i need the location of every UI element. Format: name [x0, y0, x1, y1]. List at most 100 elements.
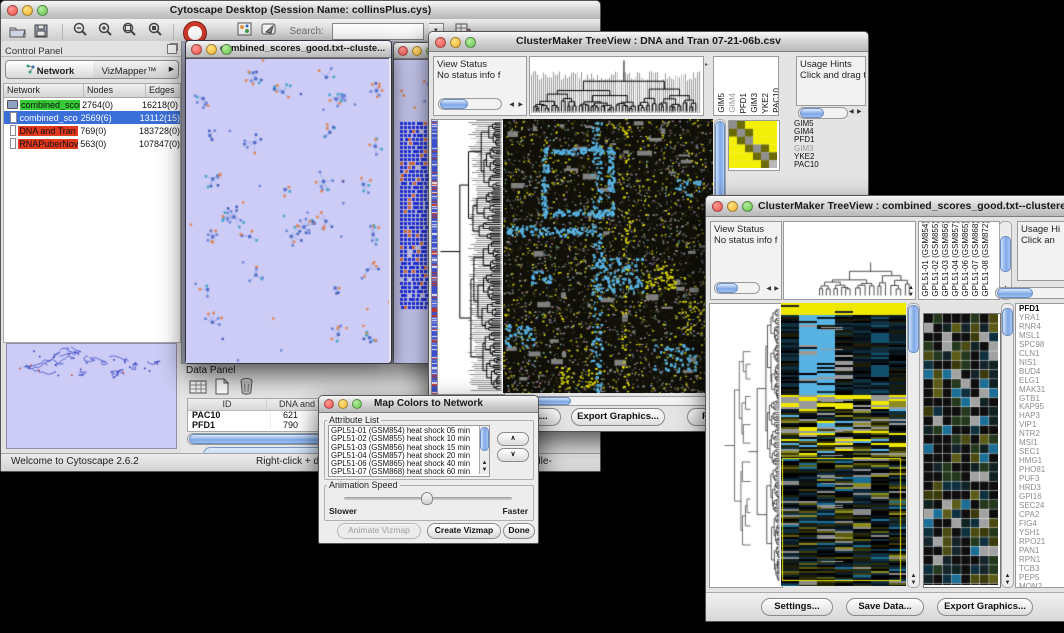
minimize-icon[interactable] [338, 399, 348, 409]
scroll-left-icon[interactable]: ◀ [509, 100, 514, 110]
attribute-listbox[interactable]: GPL51-01 (GSM854) heat shock 05 minGPL51… [328, 425, 490, 477]
zoom-window-icon[interactable] [221, 44, 232, 55]
speed-slider-thumb[interactable] [421, 492, 433, 505]
usage-hints-line1: Usage Hints [797, 57, 865, 70]
open-session-icon[interactable] [9, 24, 26, 43]
window-controls[interactable] [7, 5, 48, 16]
zoom-selected-icon[interactable] [121, 22, 138, 42]
tv1-column-label: PFD1 [739, 93, 749, 113]
network-table-row[interactable]: RNAPuberNov2+563(0)107847(0) [4, 137, 180, 150]
desktop: Cytoscape Desktop (Session Name: collins… [0, 0, 1064, 633]
tv2-gene-list[interactable]: PFD1YRA1RNR4MSL1SPC98CLN1NIS1BUD4ELG1MAK… [1016, 304, 1064, 588]
pane-arrow-icon[interactable]: ▸ [705, 60, 708, 70]
tab-vizmapper[interactable]: VizMapper™ [93, 60, 166, 79]
minimize-icon[interactable] [412, 46, 422, 56]
close-icon[interactable] [191, 44, 202, 55]
treeview2-titlebar[interactable]: ClusterMaker TreeView : combined_scores_… [706, 196, 1064, 217]
scroll-arrows[interactable]: ▲▼ [1002, 573, 1013, 587]
scroll-right-icon[interactable]: ▶ [518, 100, 523, 110]
close-icon[interactable] [324, 399, 334, 409]
scroll-arrows[interactable]: ▲▼ [908, 573, 919, 587]
tv1-usage-scrollbar[interactable] [798, 107, 848, 119]
col-header-network[interactable]: Network [4, 84, 84, 97]
col-header-nodes[interactable]: Nodes [84, 84, 146, 97]
tv2-zoom-heatmap[interactable] [924, 314, 998, 585]
tv1-correlation-heatmap[interactable] [729, 121, 777, 168]
network-name: combined_sco [19, 113, 79, 123]
treeview2-title: ClusterMaker TreeView : combined_scores_… [758, 200, 1064, 212]
tv2-usage-scrollbar[interactable] [995, 287, 1064, 299]
create-vizmap-button[interactable]: Create Vizmap [427, 523, 501, 539]
minimize-icon[interactable] [450, 37, 461, 48]
done-button[interactable]: Done [503, 523, 535, 539]
zoom-out-icon[interactable] [72, 22, 88, 42]
zoom-window-icon[interactable] [742, 201, 753, 212]
overview-canvas[interactable] [7, 344, 174, 446]
zoom-window-icon[interactable] [37, 5, 48, 16]
scroll-left-icon[interactable]: ◀ [849, 107, 854, 117]
minimize-icon[interactable] [22, 5, 33, 16]
zoom-window-icon[interactable] [465, 37, 476, 48]
animate-vizmap-button[interactable]: Animate Vizmap [337, 523, 421, 539]
attribute-item[interactable]: GPL51-07 (GSM868) heat shock 60 min [331, 468, 487, 476]
annotation-select-icon[interactable] [261, 22, 277, 41]
scroll-right-icon[interactable]: ▶ [774, 284, 779, 294]
close-icon[interactable] [398, 46, 408, 56]
gene-label[interactable]: MON2 [1019, 583, 1064, 588]
col-header-edges[interactable]: Edges [146, 84, 180, 97]
settings-button[interactable]: Settings... [761, 598, 833, 616]
float-panel-icon[interactable] [167, 44, 177, 54]
minimize-icon[interactable] [206, 44, 217, 55]
tv1-column-dendrogram[interactable] [530, 57, 701, 113]
zoom-window-icon[interactable] [352, 399, 362, 409]
save-session-icon[interactable] [34, 24, 48, 43]
close-icon[interactable] [435, 37, 446, 48]
tv2-column-dendrogram[interactable] [784, 222, 913, 297]
export-graphics-button[interactable]: Export Graphics... [937, 598, 1033, 616]
dialog-titlebar[interactable]: Map Colors to Network [319, 396, 538, 413]
tv2-heatmap-vscrollbar[interactable]: ▲▼ [907, 303, 920, 588]
network-table-row[interactable]: DNA and Tran 07769(0)183728(0) [4, 124, 180, 137]
delete-attribute-icon[interactable] [239, 377, 254, 400]
tab-more-button[interactable]: ▶ [165, 60, 179, 79]
tv2-heatmap[interactable] [781, 303, 906, 586]
network-overview[interactable] [6, 343, 177, 449]
tv1-heatmap[interactable] [503, 119, 713, 393]
scroll-right-icon[interactable]: ▶ [857, 107, 862, 117]
save-data-button[interactable]: Save Data... [846, 598, 924, 616]
network-table-row[interactable]: combined_sco2569(6)13112(15) [4, 111, 180, 124]
dp-col-id[interactable]: ID [188, 399, 267, 410]
network-canvas-1[interactable] [186, 58, 389, 363]
attribute-table-icon[interactable] [189, 379, 207, 400]
network-table-row[interactable]: combined_scores2764(0)16218(0) [4, 98, 180, 111]
new-attribute-icon[interactable] [215, 378, 229, 400]
data-panel-title: Data Panel [186, 365, 235, 376]
network-window-title: combined_scores_good.txt--cluste... [220, 43, 385, 54]
tv1-gene-dendrogram[interactable] [438, 120, 502, 392]
main-titlebar[interactable]: Cytoscape Desktop (Session Name: collins… [1, 1, 600, 20]
zoom-fit-icon[interactable] [147, 22, 164, 42]
close-icon[interactable] [712, 201, 723, 212]
node-count: 2764(0) [80, 100, 140, 110]
scroll-arrows[interactable]: ▲▼ [908, 285, 914, 299]
tv1-status-scrollbar[interactable] [438, 98, 502, 110]
view-status-line2: No status info f [711, 235, 781, 248]
move-down-button[interactable]: ∨ [497, 448, 529, 462]
zoom-in-icon[interactable] [97, 22, 113, 42]
scroll-left-icon[interactable]: ◀ [766, 284, 771, 294]
node-chart-icon[interactable] [237, 22, 252, 41]
tv2-status-scrollbar[interactable] [714, 282, 760, 294]
tab-network[interactable]: Network [5, 60, 95, 79]
search-input[interactable] [332, 23, 424, 40]
close-icon[interactable] [7, 5, 18, 16]
tv2-button-bar: Settings... Save Data... Export Graphics… [706, 592, 1064, 621]
tv2-gene-dendrogram[interactable] [710, 304, 780, 585]
attribute-list-vscrollbar[interactable]: ▲▼ [479, 426, 489, 474]
tv2-genelist-vscrollbar[interactable]: ▲▼ [1001, 303, 1014, 588]
minimize-icon[interactable] [727, 201, 738, 212]
treeview1-titlebar[interactable]: ClusterMaker TreeView : DNA and Tran 07-… [429, 32, 868, 52]
tab-vizmapper-label: VizMapper™ [102, 66, 157, 77]
scroll-arrows[interactable]: ▲▼ [480, 460, 489, 474]
move-up-button[interactable]: ∧ [497, 432, 529, 446]
export-graphics-button[interactable]: Export Graphics... [571, 408, 665, 426]
